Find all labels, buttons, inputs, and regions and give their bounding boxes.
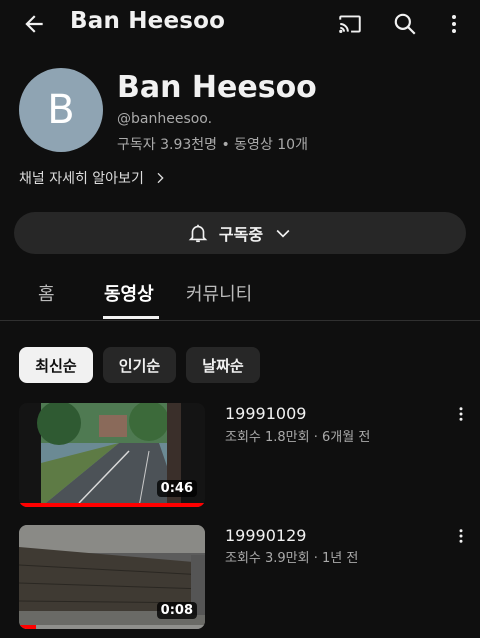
watch-progress-track [19,625,205,629]
video-meta: 조회수 1.8만회 · 6개월 전 [225,430,371,445]
channel-handle: @banheesoo. [117,111,213,127]
video-more-icon[interactable] [450,524,472,548]
more-info-label: 채널 자세히 알아보기 [19,171,144,187]
bell-icon [188,224,208,243]
subscribed-label: 구독중 [218,225,264,244]
video-meta: 조회수 3.9만회 · 1년 전 [225,551,359,566]
active-tab-indicator [103,316,159,319]
channel-more-info-link[interactable]: 채널 자세히 알아보기 [19,168,168,188]
chevron-right-icon [157,172,164,184]
tab-videos[interactable]: 동영상 [104,280,154,306]
chip-latest[interactable]: 최신순 [19,347,93,383]
video-duration: 0:46 [156,480,197,497]
video-thumbnail[interactable]: 0:08 [19,525,205,629]
avatar[interactable]: B [19,68,103,152]
back-arrow-icon[interactable] [14,6,54,42]
channel-tabs: 홈 동영상 커뮤니티 [0,270,480,321]
subscribed-button[interactable]: 구독중 [14,212,466,254]
watch-progress-bar [19,503,205,507]
watch-progress-bar [19,625,36,629]
chip-date[interactable]: 날짜순 [186,347,260,383]
video-title[interactable]: 19991009 [225,404,306,423]
video-thumbnail[interactable]: 0:46 [19,403,205,507]
video-more-icon[interactable] [450,402,472,426]
more-vert-icon[interactable] [434,6,474,42]
avatar-letter: B [47,87,75,133]
tab-community[interactable]: 커뮤니티 [186,280,252,306]
channel-name: Ban Heesoo [117,70,317,105]
chip-popular[interactable]: 인기순 [103,347,176,383]
chevron-down-icon [276,229,290,238]
video-title[interactable]: 19990129 [225,526,306,545]
video-duration: 0:08 [156,602,197,619]
tab-home[interactable]: 홈 [38,280,55,306]
channel-stats: 구독자 3.93천명 • 동영상 10개 [117,137,308,153]
cast-icon[interactable] [330,6,370,42]
page-title: Ban Heesoo [70,8,226,34]
search-icon[interactable] [385,6,425,42]
